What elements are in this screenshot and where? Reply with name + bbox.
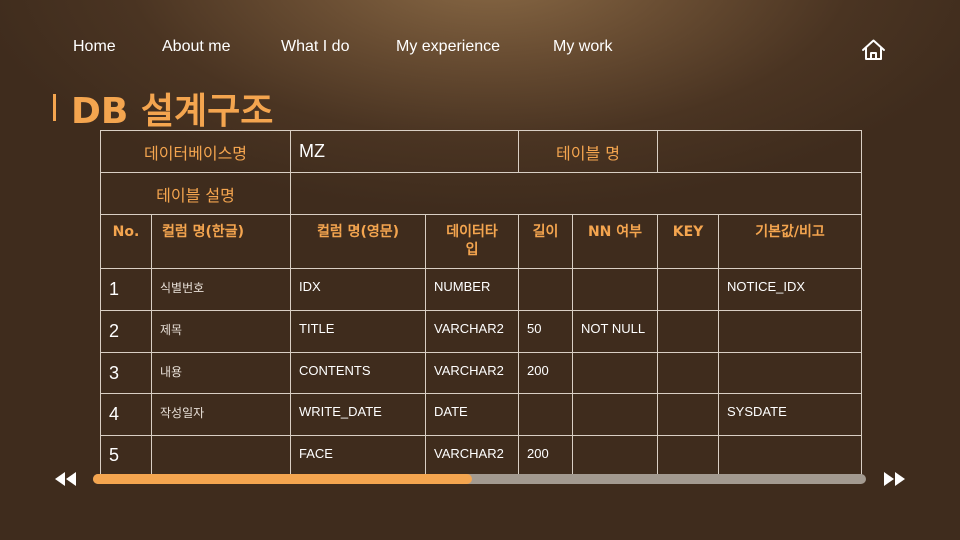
table-name-value (657, 130, 863, 173)
cell-data-type: VARCHAR2 (425, 352, 520, 394)
cell-col-kr: 제목 (150, 310, 292, 353)
cell-col-kr: 식별번호 (150, 268, 292, 311)
header-no: No. (100, 214, 152, 269)
header-data-type: 데이터타 입 (425, 214, 520, 269)
cell-length: 200 (518, 435, 574, 476)
table-row: 5 FACE VARCHAR2 200 (100, 435, 863, 476)
db-name-label: 데이터베이스명 (99, 130, 292, 173)
table-desc-value (290, 172, 863, 215)
nav-my-work[interactable]: My work (553, 38, 613, 56)
cell-length: 50 (518, 310, 574, 353)
cell-col-kr: 작성일자 (150, 393, 292, 436)
title-accent-bar (53, 94, 56, 121)
cell-data-type: VARCHAR2 (425, 310, 520, 353)
nav-home[interactable]: Home (73, 38, 116, 56)
cell-col-en: FACE (290, 435, 427, 476)
cell-length (518, 393, 574, 436)
cell-length (518, 268, 574, 311)
cell-key (657, 268, 720, 311)
cell-key (657, 352, 720, 394)
cell-key (657, 310, 720, 353)
cell-col-en: TITLE (290, 310, 427, 353)
cell-default: SYSDATE (718, 393, 863, 436)
db-design-table: 데이터베이스명 MZ 테이블 명 테이블 설명 No. 컬럼 명(한글) 컬럼 … (99, 130, 863, 476)
header-col-en: 컬럼 명(영문) (290, 214, 427, 269)
table-name-label: 테이블 명 (518, 130, 659, 173)
cell-col-en: WRITE_DATE (290, 393, 427, 436)
page-title: DB 설계구조 (71, 91, 274, 132)
cell-key (657, 393, 720, 436)
cell-no: 1 (100, 268, 152, 311)
cell-no: 4 (100, 393, 152, 436)
header-default: 기본값/비고 (718, 214, 863, 269)
cell-nn (572, 352, 659, 394)
rewind-icon[interactable] (54, 470, 78, 488)
cell-nn (572, 268, 659, 311)
cell-default: NOTICE_IDX (718, 268, 863, 311)
header-length: 길이 (518, 214, 574, 269)
cell-no: 2 (100, 310, 152, 353)
cell-col-en: CONTENTS (290, 352, 427, 394)
cell-default (718, 352, 863, 394)
table-row: 2 제목 TITLE VARCHAR2 50 NOT NULL (100, 310, 863, 353)
horizontal-scrollbar[interactable] (93, 474, 866, 484)
cell-col-kr (150, 435, 292, 476)
top-nav: Home About me What I do My experience My… (0, 38, 960, 62)
scrollbar-thumb[interactable] (93, 474, 472, 484)
nav-my-experience[interactable]: My experience (396, 38, 500, 56)
cell-data-type: NUMBER (425, 268, 520, 311)
cell-data-type: DATE (425, 393, 520, 436)
cell-no: 3 (100, 352, 152, 394)
nav-about-me[interactable]: About me (162, 38, 230, 56)
header-col-kr: 컬럼 명(한글) (150, 214, 292, 269)
table-row: 4 작성일자 WRITE_DATE DATE SYSDATE (100, 393, 863, 436)
nav-what-i-do[interactable]: What I do (281, 38, 349, 56)
cell-default (718, 310, 863, 353)
cell-nn (572, 393, 659, 436)
cell-nn: NOT NULL (572, 310, 659, 353)
cell-length: 200 (518, 352, 574, 394)
cell-col-en: IDX (290, 268, 427, 311)
header-nn: NN 여부 (572, 214, 659, 269)
cell-no: 5 (100, 435, 152, 476)
home-icon[interactable] (861, 38, 886, 62)
db-name-value: MZ (290, 130, 520, 173)
table-row: 3 내용 CONTENTS VARCHAR2 200 (100, 352, 863, 394)
header-key: KEY (657, 214, 720, 269)
column-header-row: No. 컬럼 명(한글) 컬럼 명(영문) 데이터타 입 길이 NN 여부 KE… (100, 214, 863, 269)
fast-forward-icon[interactable] (882, 470, 906, 488)
cell-col-kr: 내용 (150, 352, 292, 394)
cell-default (718, 435, 863, 476)
cell-data-type: VARCHAR2 (425, 435, 520, 476)
cell-key (657, 435, 720, 476)
cell-nn (572, 435, 659, 476)
table-desc-label: 테이블 설명 (99, 172, 292, 215)
table-row: 1 식별번호 IDX NUMBER NOTICE_IDX (100, 268, 863, 311)
